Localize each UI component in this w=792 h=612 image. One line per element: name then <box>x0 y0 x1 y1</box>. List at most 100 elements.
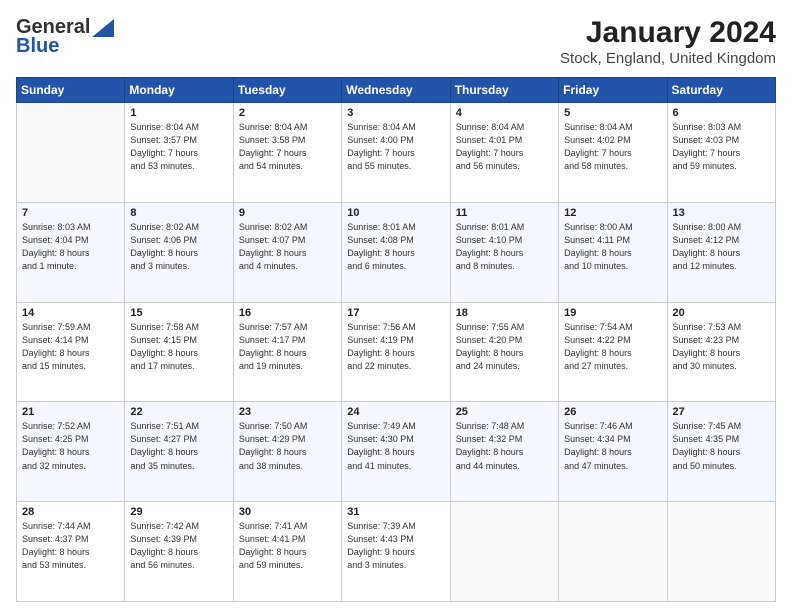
day-header-friday: Friday <box>559 78 667 103</box>
calendar-cell: 9 Sunrise: 8:02 AMSunset: 4:07 PMDaylight… <box>233 202 341 302</box>
calendar-cell: 2 Sunrise: 8:04 AMSunset: 3:58 PMDaylight… <box>233 103 341 203</box>
day-info: Sunrise: 8:04 AMSunset: 4:01 PMDaylight:… <box>456 121 553 173</box>
calendar-title: January 2024 <box>560 16 776 50</box>
day-info: Sunrise: 7:52 AMSunset: 4:25 PMDaylight:… <box>22 420 119 472</box>
day-number: 27 <box>673 406 770 418</box>
day-number: 30 <box>239 506 336 518</box>
calendar-subtitle: Stock, England, United Kingdom <box>560 50 776 67</box>
calendar-cell: 8Sunrise: 8:02 AMSunset: 4:06 PMDaylight… <box>125 202 233 302</box>
calendar-week-2: 7 Sunrise: 8:03 AMSunset: 4:04 PMDaylight… <box>17 202 776 302</box>
day-info: Sunrise: 7:41 AMSunset: 4:41 PMDaylight:… <box>239 520 336 572</box>
day-header-monday: Monday <box>125 78 233 103</box>
day-header-sunday: Sunday <box>17 78 125 103</box>
days-header-row: SundayMondayTuesdayWednesdayThursdayFrid… <box>17 78 776 103</box>
calendar-cell: 21 Sunrise: 7:52 AMSunset: 4:25 PMDayligh… <box>17 402 125 502</box>
calendar-cell: 3 Sunrise: 8:04 AMSunset: 4:00 PMDaylight… <box>342 103 450 203</box>
calendar-cell: 30 Sunrise: 7:41 AMSunset: 4:41 PMDayligh… <box>233 502 341 602</box>
day-number: 9 <box>239 207 336 219</box>
day-header-tuesday: Tuesday <box>233 78 341 103</box>
day-number: 1 <box>130 107 227 119</box>
day-number: 2 <box>239 107 336 119</box>
calendar-table: SundayMondayTuesdayWednesdayThursdayFrid… <box>16 77 776 602</box>
calendar-week-3: 14Sunrise: 7:59 AMSunset: 4:14 PMDayligh… <box>17 302 776 402</box>
day-number: 23 <box>239 406 336 418</box>
day-number: 12 <box>564 207 661 219</box>
calendar-cell: 1 Sunrise: 8:04 AMSunset: 3:57 PMDaylight… <box>125 103 233 203</box>
day-header-thursday: Thursday <box>450 78 558 103</box>
day-number: 10 <box>347 207 444 219</box>
calendar-cell: 12 Sunrise: 8:00 AMSunset: 4:11 PMDayligh… <box>559 202 667 302</box>
logo: General Blue <box>16 16 114 58</box>
day-info: Sunrise: 7:48 AMSunset: 4:32 PMDaylight:… <box>456 420 553 472</box>
page: General Blue January 2024 Stock, England… <box>0 0 792 612</box>
day-info: Sunrise: 7:50 AMSunset: 4:29 PMDaylight:… <box>239 420 336 472</box>
day-number: 7 <box>22 207 119 219</box>
calendar-cell: 16 Sunrise: 7:57 AMSunset: 4:17 PMDayligh… <box>233 302 341 402</box>
day-number: 20 <box>673 307 770 319</box>
day-info: Sunrise: 8:00 AMSunset: 4:12 PMDaylight:… <box>673 221 770 273</box>
calendar-cell: 24Sunrise: 7:49 AMSunset: 4:30 PMDayligh… <box>342 402 450 502</box>
calendar-week-5: 28Sunrise: 7:44 AMSunset: 4:37 PMDayligh… <box>17 502 776 602</box>
day-info: Sunrise: 8:04 AMSunset: 3:57 PMDaylight:… <box>130 121 227 173</box>
day-number: 15 <box>130 307 227 319</box>
day-number: 19 <box>564 307 661 319</box>
day-number: 16 <box>239 307 336 319</box>
title-block: January 2024 Stock, England, United King… <box>560 16 776 67</box>
day-info: Sunrise: 8:04 AMSunset: 3:58 PMDaylight:… <box>239 121 336 173</box>
day-number: 26 <box>564 406 661 418</box>
calendar-cell <box>17 103 125 203</box>
day-number: 11 <box>456 207 553 219</box>
day-info: Sunrise: 7:56 AMSunset: 4:19 PMDaylight:… <box>347 321 444 373</box>
day-info: Sunrise: 7:42 AMSunset: 4:39 PMDaylight:… <box>130 520 227 572</box>
calendar-cell: 28Sunrise: 7:44 AMSunset: 4:37 PMDayligh… <box>17 502 125 602</box>
day-number: 18 <box>456 307 553 319</box>
day-info: Sunrise: 8:03 AMSunset: 4:04 PMDaylight:… <box>22 221 119 273</box>
day-number: 24 <box>347 406 444 418</box>
day-number: 21 <box>22 406 119 418</box>
day-info: Sunrise: 7:57 AMSunset: 4:17 PMDaylight:… <box>239 321 336 373</box>
calendar-cell: 11 Sunrise: 8:01 AMSunset: 4:10 PMDayligh… <box>450 202 558 302</box>
calendar-cell: 29 Sunrise: 7:42 AMSunset: 4:39 PMDayligh… <box>125 502 233 602</box>
day-info: Sunrise: 8:03 AMSunset: 4:03 PMDaylight:… <box>673 121 770 173</box>
header: General Blue January 2024 Stock, England… <box>16 16 776 67</box>
day-info: Sunrise: 7:54 AMSunset: 4:22 PMDaylight:… <box>564 321 661 373</box>
day-number: 29 <box>130 506 227 518</box>
calendar-cell: 25 Sunrise: 7:48 AMSunset: 4:32 PMDayligh… <box>450 402 558 502</box>
day-info: Sunrise: 7:59 AMSunset: 4:14 PMDaylight:… <box>22 321 119 373</box>
calendar-cell: 22Sunrise: 7:51 AMSunset: 4:27 PMDayligh… <box>125 402 233 502</box>
day-number: 3 <box>347 107 444 119</box>
day-info: Sunrise: 7:45 AMSunset: 4:35 PMDaylight:… <box>673 420 770 472</box>
day-info: Sunrise: 8:01 AMSunset: 4:10 PMDaylight:… <box>456 221 553 273</box>
calendar-cell: 26Sunrise: 7:46 AMSunset: 4:34 PMDayligh… <box>559 402 667 502</box>
day-info: Sunrise: 7:55 AMSunset: 4:20 PMDaylight:… <box>456 321 553 373</box>
day-number: 6 <box>673 107 770 119</box>
logo-icon <box>92 19 114 37</box>
day-info: Sunrise: 8:02 AMSunset: 4:07 PMDaylight:… <box>239 221 336 273</box>
day-info: Sunrise: 8:04 AMSunset: 4:02 PMDaylight:… <box>564 121 661 173</box>
day-info: Sunrise: 8:04 AMSunset: 4:00 PMDaylight:… <box>347 121 444 173</box>
calendar-cell: 23 Sunrise: 7:50 AMSunset: 4:29 PMDayligh… <box>233 402 341 502</box>
day-number: 25 <box>456 406 553 418</box>
calendar-cell: 10 Sunrise: 8:01 AMSunset: 4:08 PMDayligh… <box>342 202 450 302</box>
day-number: 5 <box>564 107 661 119</box>
day-info: Sunrise: 8:00 AMSunset: 4:11 PMDaylight:… <box>564 221 661 273</box>
day-info: Sunrise: 7:51 AMSunset: 4:27 PMDaylight:… <box>130 420 227 472</box>
day-info: Sunrise: 8:02 AMSunset: 4:06 PMDaylight:… <box>130 221 227 273</box>
day-info: Sunrise: 7:58 AMSunset: 4:15 PMDaylight:… <box>130 321 227 373</box>
calendar-cell <box>450 502 558 602</box>
day-info: Sunrise: 7:39 AMSunset: 4:43 PMDaylight:… <box>347 520 444 572</box>
calendar-cell: 4Sunrise: 8:04 AMSunset: 4:01 PMDaylight… <box>450 103 558 203</box>
day-info: Sunrise: 7:53 AMSunset: 4:23 PMDaylight:… <box>673 321 770 373</box>
calendar-cell: 31Sunrise: 7:39 AMSunset: 4:43 PMDayligh… <box>342 502 450 602</box>
calendar-cell: 14Sunrise: 7:59 AMSunset: 4:14 PMDayligh… <box>17 302 125 402</box>
calendar-cell: 17Sunrise: 7:56 AMSunset: 4:19 PMDayligh… <box>342 302 450 402</box>
calendar-cell: 13 Sunrise: 8:00 AMSunset: 4:12 PMDayligh… <box>667 202 775 302</box>
calendar-week-1: 1 Sunrise: 8:04 AMSunset: 3:57 PMDaylight… <box>17 103 776 203</box>
calendar-cell: 27 Sunrise: 7:45 AMSunset: 4:35 PMDayligh… <box>667 402 775 502</box>
day-info: Sunrise: 8:01 AMSunset: 4:08 PMDaylight:… <box>347 221 444 273</box>
day-number: 28 <box>22 506 119 518</box>
calendar-cell: 5 Sunrise: 8:04 AMSunset: 4:02 PMDaylight… <box>559 103 667 203</box>
calendar-cell <box>559 502 667 602</box>
calendar-week-4: 21 Sunrise: 7:52 AMSunset: 4:25 PMDayligh… <box>17 402 776 502</box>
day-number: 13 <box>673 207 770 219</box>
